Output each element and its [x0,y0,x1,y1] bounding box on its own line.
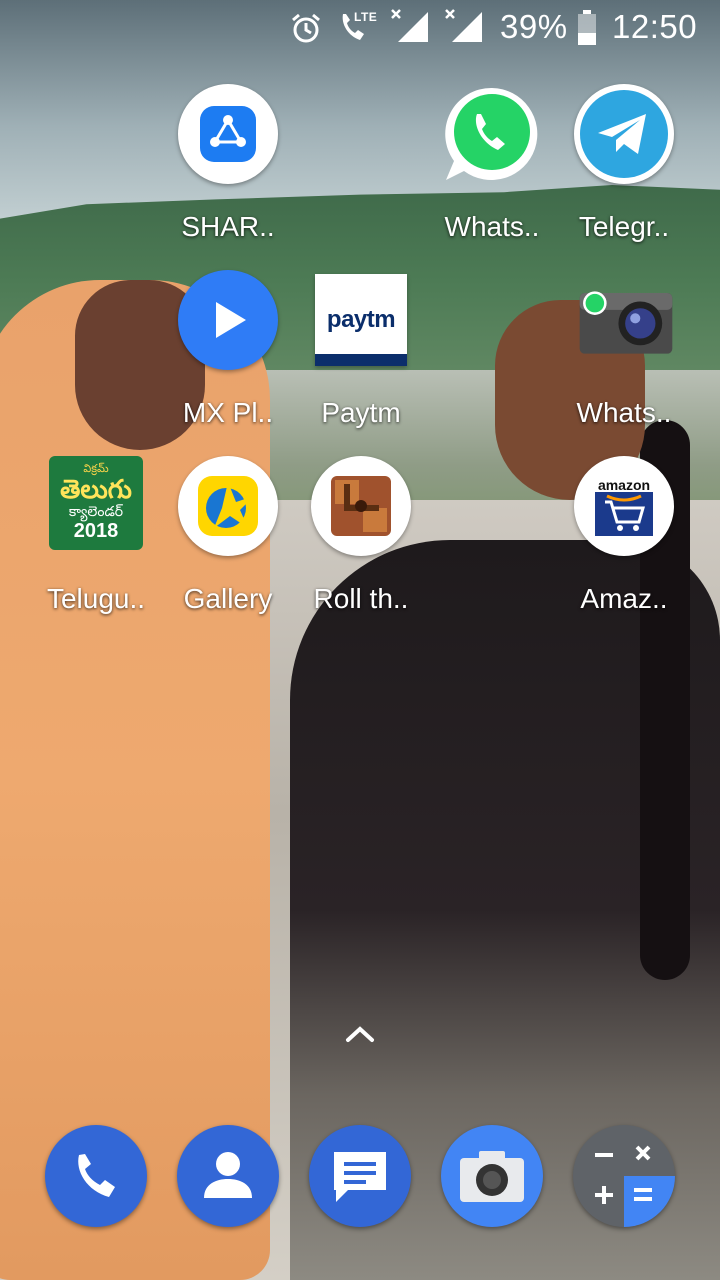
amazon-logo-text: amazon [597,477,651,493]
dock-camera-button[interactable] [441,1125,543,1227]
status-bar[interactable]: LTE 39% 12:50 [0,0,720,56]
battery-icon [578,10,596,45]
roll-the-ball-icon [311,456,411,556]
whatsapp-icon [442,84,542,184]
signal-sim2-icon [445,9,482,42]
calendar-brand: విక్రమ్ [83,462,109,475]
amazon-icon: amazon [574,456,674,556]
shareit-icon [178,84,278,184]
calculator-icon [595,1145,675,1227]
lte-label: LTE [354,10,378,24]
contacts-icon [204,1152,252,1198]
paytm-logo-text: paytm [326,306,396,333]
camera-icon [460,1151,524,1202]
calendar-title: తెలుగు [60,473,132,504]
calendar-year: 2018 [73,519,119,542]
app-roll-the-ball[interactable]: Roll th.. [296,456,426,646]
calendar-subtitle: క్యాలెండర్ [68,502,124,519]
telugu-calendar-icon: విక్రమ్ తెలుగు క్యాలెండర్ 2018 [49,456,143,550]
app-paytm[interactable]: paytm Paytm [296,270,426,460]
app-telegram[interactable]: Telegr.. [559,84,689,274]
app-gallery[interactable]: Gallery [163,456,293,646]
dock-calculator-button[interactable] [573,1125,675,1227]
app-label: Paytm [321,397,401,428]
app-label: Telegr.. [578,211,670,242]
app-shareit[interactable]: SHAR.. [163,84,293,274]
battery-percent: 39% [500,8,568,45]
app-label: Whats.. [576,397,672,428]
app-label: Whats.. [444,211,540,242]
whatsapp-camera-icon [574,270,674,370]
app-label: Amaz.. [580,583,668,614]
app-label: Gallery [183,583,273,614]
alarm-icon [292,13,320,43]
dock-phone-button[interactable] [45,1125,147,1227]
dock-messages-button[interactable] [309,1125,411,1227]
paytm-icon: paytm [315,274,407,366]
signal-sim1-icon [391,9,428,42]
gallery-icon [178,456,278,556]
messages-icon [334,1152,386,1202]
app-drawer-arrow-icon[interactable] [344,1024,376,1044]
phone-icon [78,1154,115,1197]
paytm-stripe [315,354,407,366]
app-whatsapp[interactable]: Whats.. [427,84,557,274]
app-label: Roll th.. [313,583,409,614]
app-whatsapp-camera[interactable]: Whats.. [559,270,689,460]
app-amazon[interactable]: amazon Amaz.. [559,456,689,646]
mx-player-icon [178,270,278,370]
telegram-icon [574,84,674,184]
app-telugu-calendar[interactable]: విక్రమ్ తెలుగు క్యాలెండర్ 2018 Telugu.. [31,456,161,646]
app-label: Telugu.. [46,583,146,614]
clock: 12:50 [612,8,698,45]
app-mx-player[interactable]: MX Pl.. [163,270,293,460]
dock-contacts-button[interactable] [177,1125,279,1227]
app-label: SHAR.. [181,211,275,242]
app-label: MX Pl.. [182,397,274,428]
shopping-cart-icon [595,492,653,536]
